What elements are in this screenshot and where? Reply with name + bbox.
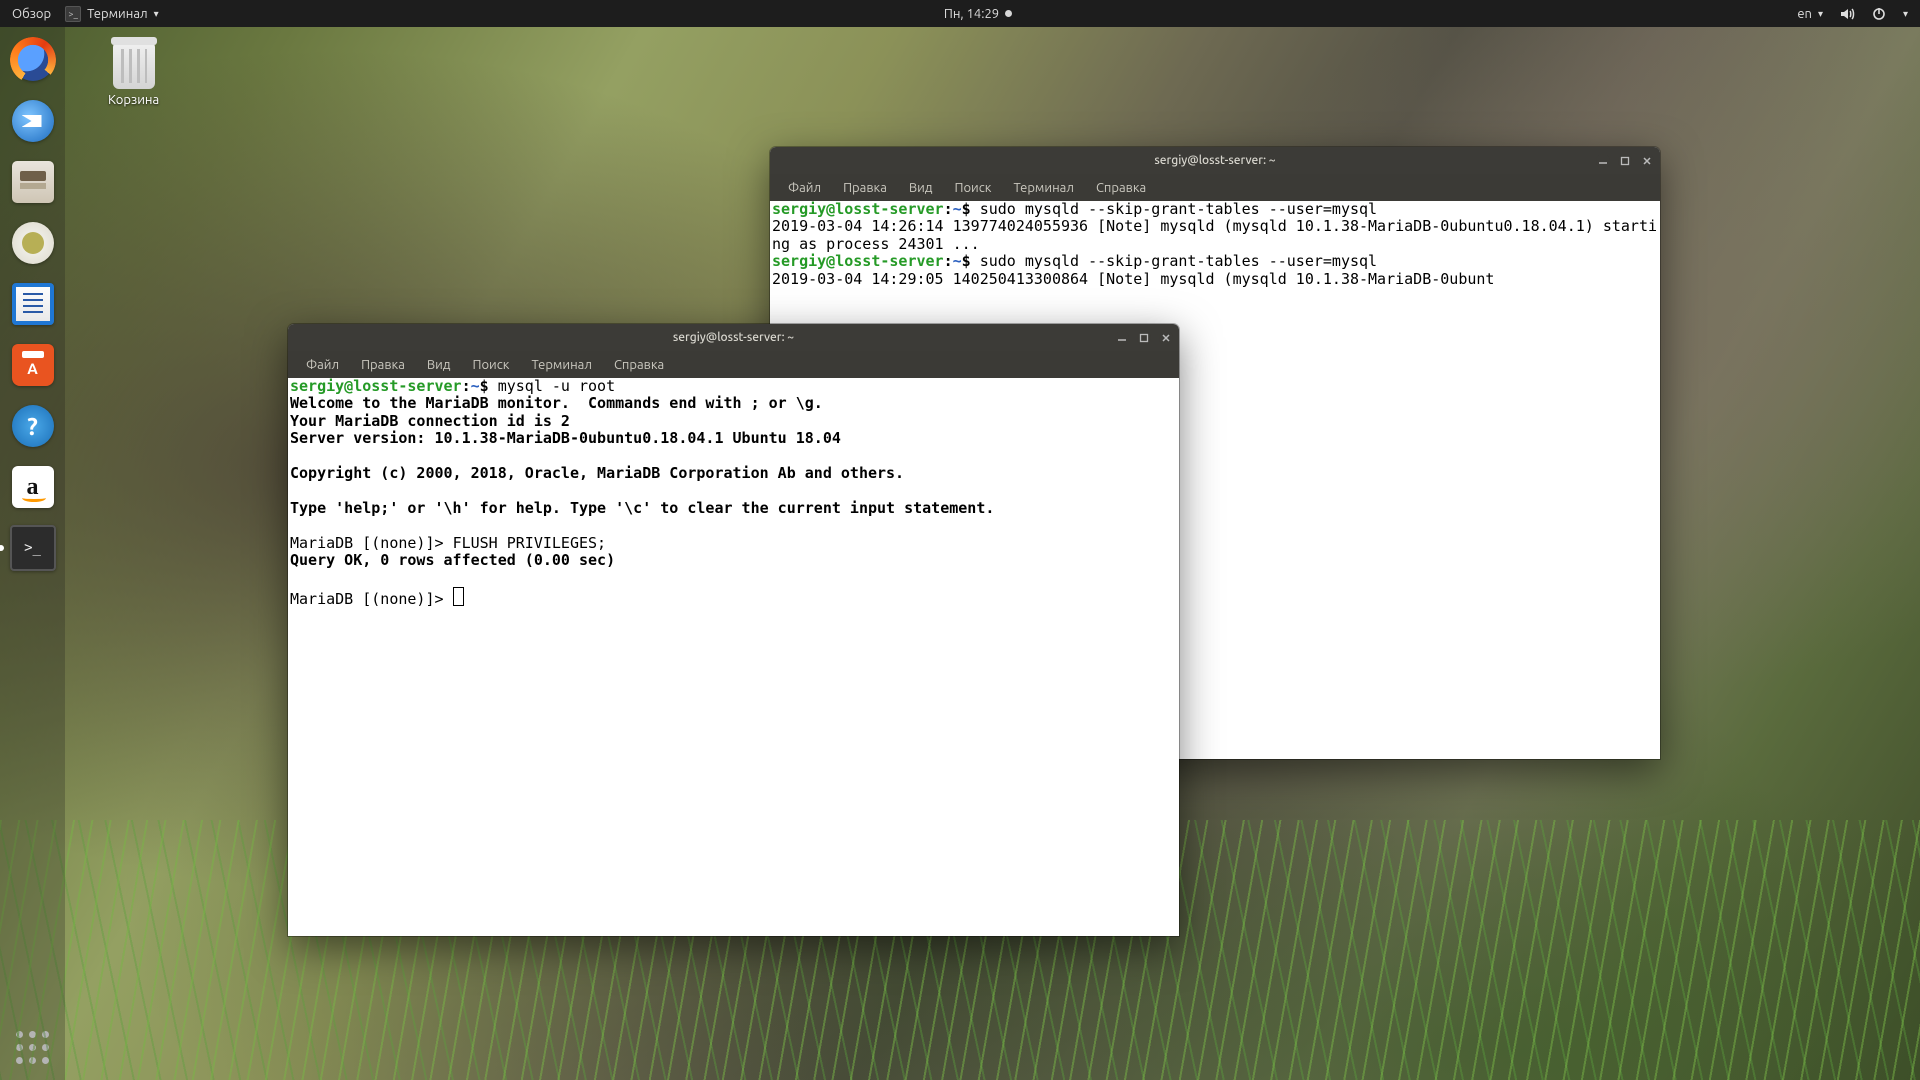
launcher-item-writer[interactable] (8, 279, 58, 329)
window-controls (1596, 147, 1654, 174)
desktop-trash[interactable]: Корзина (108, 43, 159, 107)
launcher-item-thunderbird[interactable] (8, 96, 58, 146)
prompt-user: sergiy@losst-server (772, 252, 944, 270)
window-title: sergiy@losst-server: ~ (770, 154, 1660, 167)
help-icon (12, 405, 54, 447)
clock-label: Пн, 14:29 (944, 7, 999, 21)
launcher-item-rhythmbox[interactable] (8, 218, 58, 268)
prompt-path: ~ (953, 200, 962, 218)
terminal-icon (10, 525, 56, 571)
window-titlebar[interactable]: sergiy@losst-server: ~ (770, 147, 1660, 174)
power-icon[interactable] (1871, 6, 1887, 22)
menu-file[interactable]: Файл (296, 354, 349, 376)
prompt-path: ~ (953, 252, 962, 270)
volume-icon[interactable] (1839, 6, 1855, 22)
menu-terminal[interactable]: Терминал (521, 354, 601, 376)
clock[interactable]: Пн, 14:29 (944, 7, 1012, 21)
output-line: Server version: 10.1.38-MariaDB-0ubuntu0… (290, 429, 841, 447)
menu-help[interactable]: Справка (1086, 177, 1156, 199)
menu-file[interactable]: Файл (778, 177, 831, 199)
amazon-icon (12, 466, 54, 508)
trash-icon (113, 43, 155, 89)
window-menubar: Файл Правка Вид Поиск Терминал Справка (288, 351, 1179, 378)
activities-label: Обзор (12, 7, 51, 21)
output-line: 2019-03-04 14:26:14 139774024055936 [Not… (772, 217, 1657, 252)
thunderbird-icon (12, 100, 54, 142)
window-title: sergiy@losst-server: ~ (288, 331, 1179, 344)
app-menu-label: Терминал (87, 7, 147, 21)
output-line: 2019-03-04 14:29:05 140250413300864 [Not… (772, 270, 1494, 288)
window-titlebar[interactable]: sergiy@losst-server: ~ (288, 324, 1179, 351)
prompt-user: sergiy@losst-server (290, 377, 462, 395)
command-text: FLUSH PRIVILEGES; (453, 534, 607, 552)
menu-search[interactable]: Поиск (944, 177, 1001, 199)
top-bar: Обзор >_ Терминал ▾ Пн, 14:29 en ▾ (0, 0, 1920, 27)
mariadb-prompt: MariaDB [(none)]> (290, 534, 453, 552)
output-line: Your MariaDB connection id is 2 (290, 412, 570, 430)
output-line: Welcome to the MariaDB monitor. Commands… (290, 394, 823, 412)
libreoffice-writer-icon (12, 283, 54, 325)
window-minimize-button[interactable] (1115, 331, 1129, 345)
files-icon (12, 161, 54, 203)
window-controls (1115, 324, 1173, 351)
menu-edit[interactable]: Правка (833, 177, 897, 199)
output-line: Query OK, 0 rows affected (0.00 sec) (290, 551, 615, 569)
mariadb-prompt: MariaDB [(none)]> (290, 590, 453, 608)
activities-button[interactable]: Обзор (12, 7, 51, 21)
launcher-item-help[interactable] (8, 401, 58, 451)
command-text: mysql -u root (498, 377, 615, 395)
menu-search[interactable]: Поиск (462, 354, 519, 376)
output-line: Copyright (c) 2000, 2018, Oracle, MariaD… (290, 464, 904, 482)
window-maximize-button[interactable] (1618, 154, 1632, 168)
ubuntu-software-icon (12, 344, 54, 386)
launcher-item-software[interactable] (8, 340, 58, 390)
chevron-down-icon: ▾ (1818, 8, 1823, 20)
desktop: Обзор >_ Терминал ▾ Пн, 14:29 en ▾ (0, 0, 1920, 1080)
launcher-dock (0, 27, 65, 1080)
window-maximize-button[interactable] (1137, 331, 1151, 345)
window-menubar: Файл Правка Вид Поиск Терминал Справка (770, 174, 1660, 201)
menu-view[interactable]: Вид (417, 354, 461, 376)
prompt-user: sergiy@losst-server (772, 200, 944, 218)
menu-view[interactable]: Вид (899, 177, 943, 199)
terminal-window-front[interactable]: sergiy@losst-server: ~ Файл Правка Вид П… (288, 324, 1179, 936)
launcher-item-terminal[interactable] (8, 523, 58, 573)
command-text: sudo mysqld --skip-grant-tables --user=m… (980, 200, 1377, 218)
window-minimize-button[interactable] (1596, 154, 1610, 168)
output-line: Type 'help;' or '\h' for help. Type '\c'… (290, 499, 994, 517)
menu-edit[interactable]: Правка (351, 354, 415, 376)
firefox-icon (12, 39, 54, 81)
prompt-path: ~ (471, 377, 480, 395)
cursor-icon (453, 587, 464, 606)
launcher-item-firefox[interactable] (8, 35, 58, 85)
app-menu[interactable]: >_ Терминал ▾ (65, 6, 159, 22)
launcher-item-files[interactable] (8, 157, 58, 207)
chevron-down-icon: ▾ (1903, 8, 1908, 20)
launcher-item-amazon[interactable] (8, 462, 58, 512)
input-source-label: en (1797, 7, 1812, 21)
command-text: sudo mysqld --skip-grant-tables --user=m… (980, 252, 1377, 270)
window-close-button[interactable] (1640, 154, 1654, 168)
notification-dot-icon (1005, 10, 1012, 17)
menu-help[interactable]: Справка (604, 354, 674, 376)
terminal-output[interactable]: sergiy@losst-server:~$ mysql -u root Wel… (288, 378, 1179, 936)
menu-terminal[interactable]: Терминал (1003, 177, 1083, 199)
window-close-button[interactable] (1159, 331, 1173, 345)
rhythmbox-icon (12, 222, 54, 264)
desktop-trash-label: Корзина (108, 93, 159, 107)
input-source[interactable]: en ▾ (1797, 7, 1823, 21)
terminal-icon: >_ (65, 6, 81, 22)
